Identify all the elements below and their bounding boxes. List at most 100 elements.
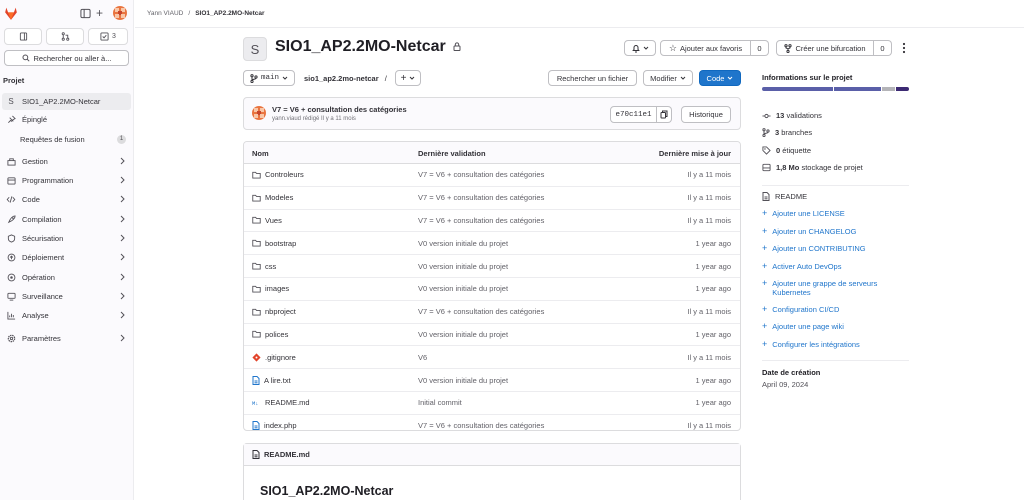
table-row[interactable]: polices V0 version initiale du projet 1 ye… [244,324,740,347]
file-name[interactable]: images [265,284,289,293]
stat-étiquette[interactable]: 0 étiquette [762,146,811,155]
commit-sha[interactable]: e70c11e1 [610,106,657,123]
sidebar-item-programmation[interactable]: Programmation [2,172,131,189]
commit-message[interactable]: V7 = V6 + consultation des catégories [418,216,544,225]
sidebar-item-analyse[interactable]: Analyse [2,307,131,324]
file-name-cell[interactable]: polices [252,330,288,339]
file-name-cell[interactable]: images [252,284,289,293]
table-row[interactable]: css V0 version initiale du projet 1 year a… [244,255,740,278]
fork-button[interactable]: Créer une bifurcation [776,40,874,56]
commit-message[interactable]: V7 = V6 + consultation des catégories [418,421,544,430]
quick-link[interactable]: + Configurer les intégrations [762,340,909,350]
sidebar-item-surveillance[interactable]: Surveillance [2,288,131,305]
find-file-button[interactable]: Rechercher un fichier [548,70,637,86]
sidebar-item-epingle[interactable]: Épinglé [2,111,131,128]
more-actions-icon[interactable] [902,42,906,54]
table-row[interactable]: nbproject V7 = V6 + consultation des caté… [244,301,740,324]
add-file-button[interactable]: + [395,70,421,86]
language-segment[interactable] [882,87,896,91]
file-name-cell[interactable]: Vues [252,216,282,225]
file-name-cell[interactable]: index.php [252,421,297,430]
table-row[interactable]: Controleurs V7 = V6 + consultation des ca… [244,164,740,187]
todos-button[interactable]: 3 [88,28,128,45]
fork-count[interactable]: 0 [874,40,892,56]
stat-branches[interactable]: 3 branches [762,128,812,137]
gitlab-logo[interactable] [4,7,18,20]
commit-message[interactable]: V0 version initiale du projet [418,239,508,248]
table-row[interactable]: index.php V7 = V6 + consultation des caté… [244,415,740,430]
history-button[interactable]: Historique [681,106,731,123]
star-count[interactable]: 0 [751,40,769,56]
file-name[interactable]: A lire.txt [264,376,291,385]
code-button[interactable]: Code [699,70,741,86]
commit-author-avatar[interactable] [252,106,266,120]
language-segment[interactable] [896,87,909,91]
notifications-button[interactable] [624,40,656,56]
file-name-cell[interactable]: A lire.txt [252,375,291,385]
quick-link[interactable]: + Ajouter un CHANGELOG [762,227,909,237]
sidebar-item-deploiement[interactable]: Déploiement [2,249,131,266]
file-name-cell[interactable]: .gitignore [252,353,296,362]
stat-stockage-de-projet[interactable]: 1,8 Mo stockage de projet [762,163,863,172]
file-name-cell[interactable]: Modeles [252,193,293,202]
table-row[interactable]: A lire.txt V0 version initiale du projet 1… [244,369,740,392]
sidebar-toggle-icon[interactable] [80,8,91,19]
table-row[interactable]: Vues V7 = V6 + consultation des catégorie… [244,210,740,233]
commit-message[interactable]: V7 = V6 + consultation des catégories [418,170,544,179]
sidebar-item-parametres[interactable]: Paramètres [2,330,131,347]
sidebar-item-compilation[interactable]: Compilation [2,211,131,228]
merge-requests-button[interactable] [46,28,84,45]
language-segment[interactable] [833,87,882,91]
language-bar[interactable] [762,87,909,91]
quick-link[interactable]: + Ajouter un CONTRIBUTING [762,244,909,254]
file-name[interactable]: nbproject [265,307,296,316]
readme-link[interactable]: README [762,192,807,201]
file-name-cell[interactable]: nbproject [252,307,296,316]
stat-validations[interactable]: 13 validations [762,111,822,120]
sidebar-item-gestion[interactable]: Gestion [2,153,131,170]
commit-message[interactable]: V7 = V6 + consultation des catégories [418,307,544,316]
file-name[interactable]: Modeles [265,193,293,202]
commit-message[interactable]: V0 version initiale du projet [418,284,508,293]
table-row[interactable]: bootstrap V0 version initiale du projet 1 … [244,232,740,256]
modify-button[interactable]: Modifier [643,70,693,86]
table-row[interactable]: Modeles V7 = V6 + consultation des catégo… [244,187,740,210]
quick-link[interactable]: + Activer Auto DevOps [762,262,909,272]
branch-selector[interactable]: main [243,70,295,86]
sidebar-item-operation[interactable]: Opération [2,269,131,286]
sidebar-item-securisation[interactable]: Sécurisation [2,230,131,247]
file-name[interactable]: index.php [264,421,297,430]
table-row[interactable]: .gitignore V6 Il y a 11 mois [244,346,740,370]
quick-link[interactable]: + Configuration CI/CD [762,305,909,315]
file-name[interactable]: polices [265,330,288,339]
file-name-cell[interactable]: bootstrap [252,239,296,248]
file-name-cell[interactable]: css [252,262,276,271]
file-name[interactable]: .gitignore [265,353,296,362]
issues-button[interactable] [4,28,42,45]
star-button[interactable]: ☆ Ajouter aux favoris [660,40,751,56]
file-name[interactable]: Controleurs [265,170,304,179]
commit-message[interactable]: V6 [418,353,427,362]
file-name[interactable]: bootstrap [265,239,296,248]
readme-filename[interactable]: README.md [264,450,310,459]
commit-title[interactable]: V7 = V6 + consultation des catégories [272,105,407,114]
repo-path-root[interactable]: sio1_ap2.2mo-netcar [304,74,379,83]
repo-path[interactable]: sio1_ap2.2mo-netcar / [304,74,387,83]
search-button[interactable]: Rechercher ou aller à... [4,50,129,66]
file-name-cell[interactable]: Controleurs [252,170,304,179]
commit-message[interactable]: V0 version initiale du projet [418,330,508,339]
copy-sha-button[interactable] [657,106,672,123]
file-name-cell[interactable]: M↓ README.md [252,398,310,407]
new-plus-icon[interactable]: + [96,6,103,20]
quick-link[interactable]: + Ajouter une page wiki [762,322,909,332]
sidebar-item-requetes-de-fusion[interactable]: Requêtes de fusion 1 [2,131,131,148]
file-name[interactable]: Vues [265,216,282,225]
commit-message[interactable]: V7 = V6 + consultation des catégories [418,193,544,202]
sidebar-item-sio1-ap2-2mo-netcar[interactable]: S SIO1_AP2.2MO-Netcar [2,93,131,110]
quick-link[interactable]: + Ajouter une grappe de serveurs Kubernet… [762,279,909,298]
commit-message[interactable]: Initial commit [418,398,462,407]
table-row[interactable]: images V0 version initiale du projet 1 yea… [244,278,740,301]
table-row[interactable]: M↓ README.md Initial commit 1 year ago [244,392,740,415]
file-name[interactable]: css [265,262,276,271]
user-avatar[interactable] [113,6,127,20]
